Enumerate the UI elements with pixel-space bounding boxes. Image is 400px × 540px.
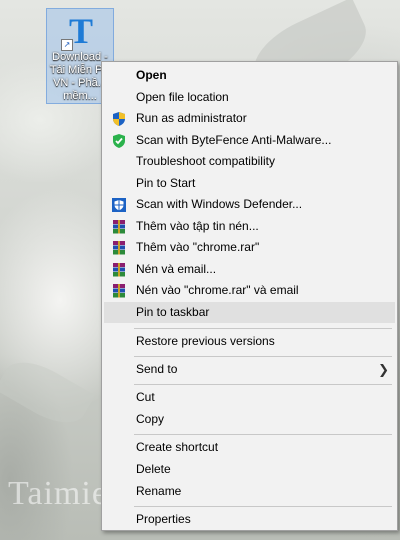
menu-item-winrar-add-archive[interactable]: Thêm vào tập tin nén... [104,216,395,237]
submenu-arrow-icon: ❯ [378,362,389,377]
menu-separator [134,506,392,507]
menu-item-properties[interactable]: Properties [104,509,395,530]
menu-item-label: Nén và email... [136,262,217,276]
menu-item-label: Run as administrator [136,111,247,125]
menu-item-label: Open [136,68,167,82]
menu-separator [134,356,392,357]
menu-item-label: Create shortcut [136,440,219,454]
bytefence-shield-icon [111,133,127,149]
menu-item-copy[interactable]: Copy [104,409,395,430]
menu-item-label: Troubleshoot compatibility [136,154,275,168]
menu-item-open-file-location[interactable]: Open file location [104,87,395,108]
uac-shield-icon [111,111,127,127]
menu-item-delete[interactable]: Delete [104,459,395,480]
menu-item-scan-windows-defender[interactable]: Scan with Windows Defender... [104,194,395,215]
menu-item-label: Scan with Windows Defender... [136,197,303,211]
context-menu: Open Open file location Run as administr… [101,61,398,531]
winrar-icon [111,262,127,278]
winrar-icon [111,240,127,256]
menu-item-winrar-compress-email[interactable]: Nén và email... [104,259,395,280]
menu-item-create-shortcut[interactable]: Create shortcut [104,437,395,458]
menu-separator [134,328,392,329]
winrar-icon [111,283,127,299]
menu-item-label: Pin to taskbar [136,305,210,319]
windows-defender-icon [111,197,127,213]
menu-item-label: Nén vào "chrome.rar" và email [136,283,299,297]
menu-item-label: Cut [136,390,155,404]
menu-item-rename[interactable]: Rename [104,481,395,502]
menu-item-label: Thêm vào tập tin nén... [136,219,259,233]
menu-item-pin-to-start[interactable]: Pin to Start [104,173,395,194]
menu-separator [134,384,392,385]
menu-item-cut[interactable]: Cut [104,387,395,408]
menu-item-label: Properties [136,512,191,526]
menu-item-open[interactable]: Open [104,65,395,86]
menu-item-winrar-add-chrome-rar[interactable]: Thêm vào "chrome.rar" [104,237,395,258]
menu-item-label: Open file location [136,90,229,104]
menu-item-label: Pin to Start [136,176,196,190]
menu-item-label: Thêm vào "chrome.rar" [136,240,260,254]
menu-item-label: Copy [136,412,165,426]
menu-item-run-as-administrator[interactable]: Run as administrator [104,108,395,129]
shortcut-arrow-icon: ↗ [61,39,73,51]
menu-item-scan-bytefence[interactable]: Scan with ByteFence Anti-Malware... [104,130,395,151]
menu-item-label: Send to [136,362,178,376]
menu-item-label: Scan with ByteFence Anti-Malware... [136,133,332,147]
menu-item-troubleshoot-compatibility[interactable]: Troubleshoot compatibility [104,151,395,172]
menu-item-label: Delete [136,462,171,476]
menu-item-label: Rename [136,484,182,498]
menu-item-restore-previous-versions[interactable]: Restore previous versions [104,331,395,352]
menu-item-label: Restore previous versions [136,334,275,348]
menu-item-pin-to-taskbar[interactable]: Pin to taskbar [104,302,395,323]
menu-item-winrar-compress-chrome-email[interactable]: Nén vào "chrome.rar" và email [104,280,395,301]
menu-item-send-to[interactable]: Send to ❯ [104,359,395,380]
menu-separator [134,434,392,435]
winrar-icon [111,219,127,235]
